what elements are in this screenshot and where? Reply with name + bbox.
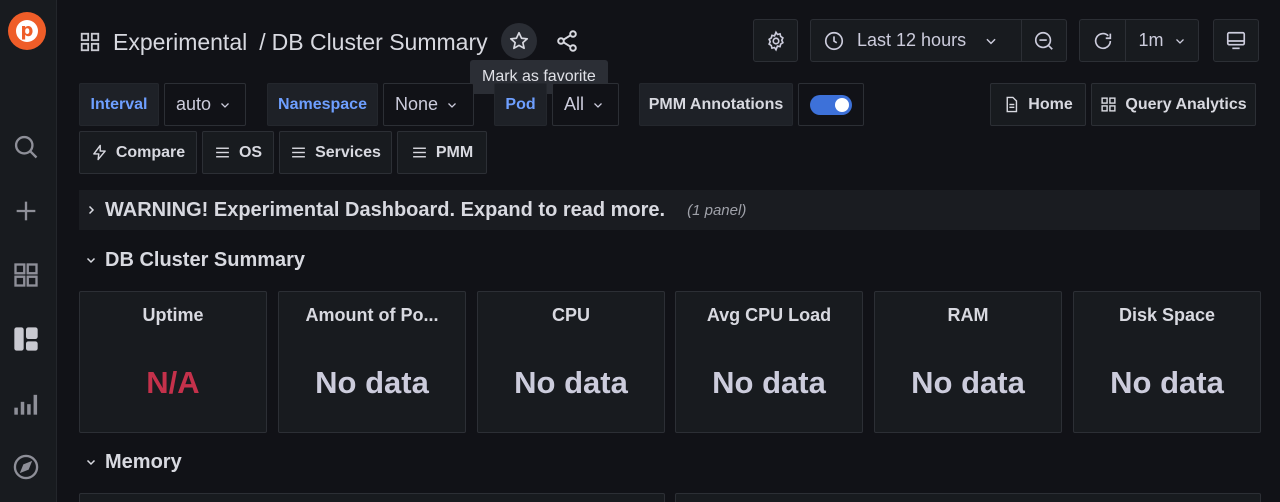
zoom-out-button[interactable] [1021, 19, 1067, 62]
star-icon [509, 31, 529, 50]
home-link[interactable]: Home [990, 83, 1086, 126]
memory-panel[interactable] [675, 493, 1261, 502]
variable-label-namespace: Namespace [267, 83, 378, 126]
annotations-toggle[interactable] [798, 83, 864, 126]
variable-label-interval: Interval [79, 83, 159, 126]
monitor-icon [1226, 31, 1246, 49]
panel-cpu[interactable]: CPU No data [477, 291, 665, 433]
row-db-cluster-summary[interactable]: DB Cluster Summary [79, 240, 1260, 280]
bolt-icon [92, 144, 106, 161]
refresh-interval-picker[interactable]: 1m [1125, 19, 1199, 62]
refresh-interval-label: 1m [1138, 30, 1164, 50]
plus-icon[interactable] [10, 195, 42, 227]
panel-uptime[interactable]: Uptime N/A [79, 291, 267, 433]
home-link-label: Home [1028, 95, 1073, 113]
toggle-switch[interactable] [810, 94, 852, 115]
refresh-button[interactable] [1079, 19, 1125, 62]
panel-title: RAM [947, 305, 989, 325]
row-panel-count: (1 panel) [687, 201, 747, 219]
annotations-label: PMM Annotations [639, 83, 793, 126]
time-range-label: Last 12 hours [857, 30, 967, 50]
gear-icon [767, 30, 784, 51]
search-icon[interactable] [10, 131, 42, 163]
panel-title: Avg CPU Load [706, 305, 832, 325]
row-warning-title: WARNING! Experimental Dashboard. Expand … [105, 198, 666, 221]
row-summary-title: DB Cluster Summary [105, 248, 306, 271]
apps-icon [1101, 97, 1116, 112]
apps-icon [80, 32, 100, 52]
pmm-logo[interactable]: p [8, 12, 46, 50]
panel-value: No data [514, 365, 628, 400]
time-picker[interactable]: Last 12 hours [810, 19, 1021, 62]
chevron-down-icon [221, 102, 229, 108]
chevron-down-icon [86, 459, 96, 466]
os-link[interactable]: OS [202, 131, 274, 174]
chevron-down-icon [1175, 38, 1184, 44]
dashboard-title[interactable]: DB Cluster Summary [272, 29, 488, 56]
query-analytics-link[interactable]: Query Analytics [1091, 83, 1256, 126]
panel-title: Uptime [142, 305, 204, 325]
panel-value: No data [1110, 365, 1224, 400]
row-memory[interactable]: Memory [79, 442, 1260, 482]
panel-amount-of-pods[interactable]: Amount of Po... No data [278, 291, 466, 433]
variable-label-pod: Pod [494, 83, 547, 126]
document-icon [1006, 96, 1018, 113]
main-area: Experimental / DB Cluster Summary Mark a… [57, 0, 1280, 502]
menu-icon [412, 147, 426, 158]
pmm-label: PMM [435, 143, 474, 161]
variables-bar: Interval auto Namespace None Pod All PMM… [79, 83, 1256, 126]
breadcrumb-folder[interactable]: Experimental [113, 29, 247, 56]
compass-icon[interactable] [10, 451, 42, 483]
tv-mode-button[interactable] [1213, 19, 1259, 62]
services-label: Services [315, 143, 381, 161]
interval-value: auto [176, 94, 212, 114]
panel-ram[interactable]: RAM No data [874, 291, 1062, 433]
compare-link[interactable]: Compare [79, 131, 197, 174]
dashboards-icon[interactable] [10, 259, 42, 291]
settings-button[interactable] [753, 19, 798, 62]
panel-title: Disk Space [1118, 305, 1216, 325]
row-memory-title: Memory [105, 450, 182, 473]
os-label: OS [238, 143, 263, 161]
panel-value: N/A [146, 365, 200, 400]
compare-label: Compare [115, 143, 186, 161]
menu-icon [216, 147, 229, 158]
breadcrumb-separator: / [259, 28, 266, 55]
panel-value: No data [712, 365, 826, 400]
query-analytics-label: Query Analytics [1125, 95, 1247, 113]
panel-title: Amount of Po... [305, 305, 439, 325]
chevron-down-icon [86, 257, 96, 264]
share-icon [557, 30, 577, 52]
chevron-down-icon [986, 38, 996, 44]
panel-title: CPU [551, 305, 590, 325]
interval-select[interactable]: auto [164, 83, 246, 126]
pmm-dashboards-icon[interactable] [10, 323, 42, 355]
row-warning[interactable]: WARNING! Experimental Dashboard. Expand … [79, 190, 1260, 230]
services-link[interactable]: Services [279, 131, 392, 174]
panel-disk-space[interactable]: Disk Space No data [1073, 291, 1261, 433]
share-button[interactable] [552, 26, 582, 56]
panel-value: No data [315, 365, 429, 400]
top-navbar: Experimental / DB Cluster Summary Mark a… [79, 19, 1260, 94]
chevron-down-icon [448, 102, 456, 108]
panel-avg-cpu-load[interactable]: Avg CPU Load No data [675, 291, 863, 433]
refresh-icon [1094, 32, 1111, 49]
pod-select[interactable]: All [552, 83, 619, 126]
clock-icon [824, 31, 844, 50]
pmm-link[interactable]: PMM [397, 131, 487, 174]
memory-panel[interactable] [79, 493, 665, 502]
chart-bar-icon[interactable] [10, 387, 42, 419]
namespace-value: None [395, 94, 439, 114]
namespace-select[interactable]: None [383, 83, 474, 126]
chevron-down-icon [594, 102, 602, 108]
panel-value: No data [911, 365, 1025, 400]
pod-value: All [564, 94, 585, 114]
sidebar: p [0, 0, 57, 502]
breadcrumb: Experimental / DB Cluster Summary [79, 22, 488, 62]
menu-icon [292, 147, 305, 158]
chevron-right-icon [88, 205, 95, 215]
zoom-out-icon [1034, 31, 1053, 50]
favorite-button[interactable] [501, 23, 537, 59]
